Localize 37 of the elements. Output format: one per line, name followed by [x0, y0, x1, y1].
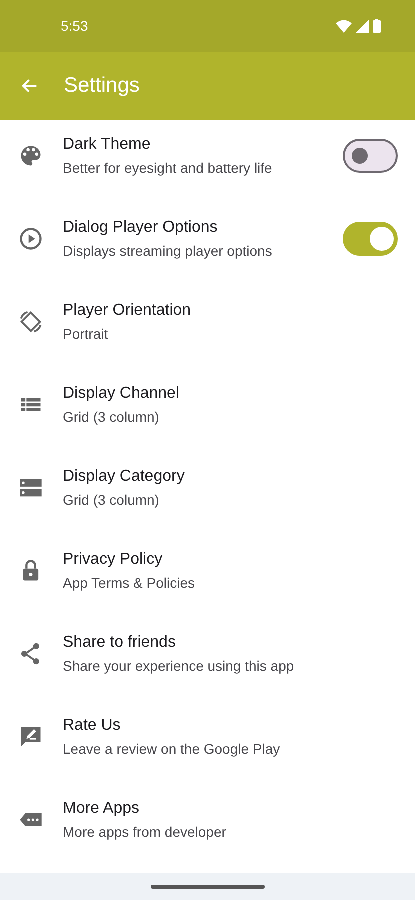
setting-description: Displays streaming player options [63, 242, 274, 258]
setting-title: Dark Theme [63, 136, 152, 154]
setting-description: Better for eyesight and battery life [63, 160, 274, 176]
status-time: 5:53 [61, 18, 88, 34]
setting-description: App Terms & Policies [63, 574, 196, 590]
settings-item[interactable]: Player Orientation Portrait [0, 286, 415, 369]
setting-title: Privacy Policy [63, 550, 164, 568]
toggle-switch[interactable] [343, 222, 398, 256]
setting-description: Share your experience using this app [63, 658, 296, 674]
settings-item[interactable]: Dialog Player Options Displays streaming player options [0, 203, 415, 286]
settings-item[interactable]: Display Channel Grid (3 column) [0, 369, 415, 452]
setting-description: Leave a review on the Google Play [63, 740, 282, 756]
setting-title: Display Category [63, 468, 186, 486]
setting-title: Display Channel [63, 384, 181, 402]
setting-title: Dialog Player Options [63, 218, 219, 236]
settings-item[interactable]: Display Category Grid (3 column) [0, 452, 415, 535]
screen-rotation-icon [18, 308, 44, 334]
setting-title: Rate Us [63, 716, 122, 734]
wifi-icon [336, 20, 352, 32]
setting-title: Share to friends [63, 634, 177, 652]
settings-item[interactable]: Rate Us Leave a review on the Google Play [0, 701, 415, 784]
home-indicator[interactable] [150, 884, 264, 888]
signal-icon [356, 20, 369, 32]
settings-item[interactable]: Privacy Policy App Terms & Policies [0, 535, 415, 618]
setting-description: Grid (3 column) [63, 492, 160, 508]
page-title: Settings [64, 74, 140, 98]
setting-title: More Apps [63, 800, 140, 818]
settings-item[interactable]: Share to friends Share your experience using this app [0, 618, 415, 701]
setting-description: Grid (3 column) [63, 408, 160, 424]
setting-title: Player Orientation [63, 302, 192, 320]
settings-item[interactable]: More Apps More apps from developer [0, 784, 415, 867]
setting-description: Portrait [63, 326, 110, 342]
settings-item[interactable]: Dark Theme Better for eyesight and battery life [0, 120, 415, 203]
setting-description: More apps from developer [63, 824, 228, 840]
toggle-switch[interactable] [343, 138, 398, 172]
play-circle-icon [18, 226, 44, 252]
battery-icon [373, 19, 381, 33]
